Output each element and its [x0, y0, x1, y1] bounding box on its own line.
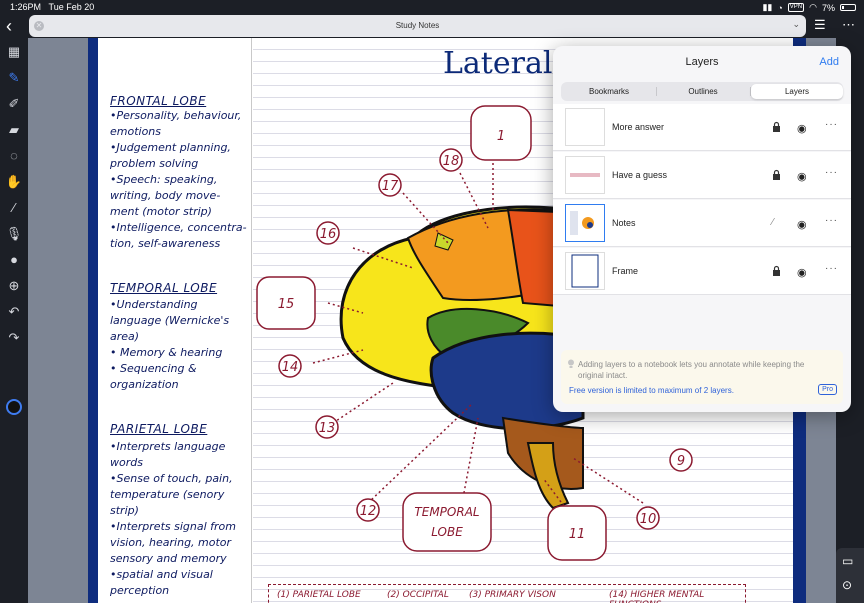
info-box: Adding layers to a notebook lets you ann… [561, 350, 843, 404]
eye-icon[interactable]: ◉ [797, 170, 807, 183]
microphone-icon[interactable]: 🎙 [4, 224, 24, 244]
color-picker[interactable] [6, 399, 22, 415]
zoom-tools: ▭ ⊙ [836, 548, 864, 603]
lock-icon[interactable] [772, 121, 781, 132]
layers-popover: Layers Add Bookmarks Outlines Layers Mor… [553, 46, 851, 412]
info-text: Adding layers to a notebook lets you ann… [578, 360, 805, 380]
callout-label-15: 15 [278, 297, 295, 312]
layer-name: Have a guess [612, 170, 668, 180]
more-options-icon[interactable]: ··· [825, 263, 838, 274]
add-icon[interactable]: ⊕ [4, 276, 24, 296]
legend-box: (1) PARIETAL LOBE (2) OCCIPITAL (3) PRIM… [268, 584, 746, 603]
highlighter-icon[interactable]: ✐ [4, 94, 24, 114]
layer-name: More answer [612, 122, 665, 132]
back-button[interactable]: ‹ [6, 15, 22, 37]
grid-view-icon[interactable]: ▦ [4, 42, 24, 62]
layer-thumbnail [565, 204, 605, 242]
eraser-icon[interactable]: ▰ [4, 120, 24, 140]
more-options-icon[interactable]: ··· [825, 167, 838, 178]
notes-column: FRONTAL LOBE •Personality, behaviour, em… [102, 38, 252, 603]
lock-icon[interactable] [772, 169, 781, 180]
callout-label-17: 17 [382, 179, 399, 194]
lasso-icon[interactable]: ◌ [4, 146, 24, 166]
tab-layers[interactable]: Layers [751, 84, 843, 99]
limit-text[interactable]: Free version is limited to maximum of 2 … [569, 386, 734, 395]
note-text-temporal: •Understanding language (Wernicke's area… [110, 298, 230, 391]
tab-outlines[interactable]: Outlines [657, 84, 749, 99]
layer-row-more-answer[interactable]: More answer ◉ ··· [553, 104, 851, 151]
add-layer-button[interactable]: Add [819, 56, 839, 68]
eye-icon[interactable]: ◉ [797, 218, 807, 231]
callout-label-13: 13 [319, 421, 336, 436]
layer-thumbnail [565, 252, 605, 290]
layer-name: Notes [612, 218, 636, 228]
temporal-label-line1: TEMPORAL [414, 505, 479, 519]
callout-label-14: 14 [282, 360, 299, 375]
status-time: 1:26PM Tue Feb 20 [10, 2, 95, 12]
temporal-label-line2: LOBE [431, 525, 463, 539]
legend-item: (3) PRIMARY VISON [469, 590, 556, 600]
pro-badge[interactable]: Pro [818, 384, 837, 395]
legend-item: (14) HIGHER MENTAL FUNCTIONS [609, 590, 705, 603]
callout-label-10: 10 [640, 512, 657, 527]
tab-bookmarks[interactable]: Bookmarks [563, 84, 655, 99]
note-heading-frontal: FRONTAL LOBE [110, 94, 207, 108]
title-bar[interactable]: ✕ Study Notes ⌄ [29, 15, 806, 37]
note-text-parietal: •Interprets language words •Sense of tou… [110, 440, 236, 597]
battery-icon [840, 4, 856, 11]
layers-list-icon[interactable]: ☰ [814, 17, 826, 33]
keyboard-icon[interactable]: ▭ [842, 554, 853, 568]
note-text-frontal: •Personality, behaviour, emotions •Judge… [110, 109, 247, 250]
layer-thumbnail [565, 108, 605, 146]
pencil-icon[interactable]: ⁄ [772, 217, 781, 228]
callout-label-16: 16 [320, 227, 337, 242]
eyedropper-icon[interactable]: ⁄ [4, 198, 24, 218]
shapes-icon[interactable]: ● [4, 250, 24, 270]
lightbulb-icon [568, 359, 574, 368]
note-heading-parietal: PARIETAL LOBE [110, 422, 208, 436]
redo-icon[interactable]: ↷ [4, 328, 24, 348]
layer-name: Frame [612, 266, 639, 276]
more-options-icon[interactable]: ⋯ [842, 17, 855, 33]
hand-icon[interactable]: ✋ [4, 172, 24, 192]
callout-label-1: 1 [497, 129, 505, 144]
segmented-control: Bookmarks Outlines Layers [561, 82, 843, 101]
lock-icon[interactable] [772, 265, 781, 276]
eye-icon[interactable]: ◉ [797, 266, 807, 279]
signal-icon: ▮▮ [762, 2, 773, 12]
callout-label-12: 12 [360, 504, 377, 519]
chevron-down-icon[interactable]: ⌄ [792, 19, 800, 30]
callout-label-11: 11 [569, 527, 586, 542]
eye-icon[interactable]: ◉ [797, 122, 807, 135]
note-heading-temporal: TEMPORAL LOBE [110, 281, 218, 295]
legend-item: (1) PARIETAL LOBE [277, 590, 361, 600]
pen-tool-icon[interactable]: ✎ [4, 68, 24, 88]
wifi-icon: ◔ [777, 2, 783, 13]
layer-row-notes[interactable]: Notes ⁄ ◉ ··· [553, 200, 851, 247]
headphones-icon: ◠ [809, 2, 817, 12]
callout-label-9: 9 [677, 454, 685, 469]
document-title: Study Notes [395, 21, 440, 30]
brain-illustration [339, 205, 585, 510]
left-toolbar: ▦ ✎ ✐ ▰ ◌ ✋ ⁄ 🎙 ● ⊕ ↶ ↷ [0, 40, 28, 603]
layer-thumbnail [565, 156, 605, 194]
callout-label-18: 18 [443, 154, 460, 169]
battery-level: 7% [821, 2, 835, 13]
popover-title: Layers [685, 56, 719, 68]
vpn-badge: VPN [787, 3, 805, 12]
more-options-icon[interactable]: ··· [825, 215, 838, 226]
legend-item: (2) OCCIPITAL [387, 590, 449, 600]
layer-row-have-a-guess[interactable]: Have a guess ◉ ··· [553, 152, 851, 199]
zoom-icon[interactable]: ⊙ [842, 578, 852, 592]
more-options-icon[interactable]: ··· [825, 119, 838, 130]
status-bar: 1:26PM Tue Feb 20 ▮▮ ◔ VPN ◠ 7% [0, 0, 864, 14]
layer-row-frame[interactable]: Frame ◉ ··· [553, 248, 851, 295]
status-icons: ▮▮ ◔ VPN ◠ 7% [762, 2, 856, 13]
undo-icon[interactable]: ↶ [4, 302, 24, 322]
